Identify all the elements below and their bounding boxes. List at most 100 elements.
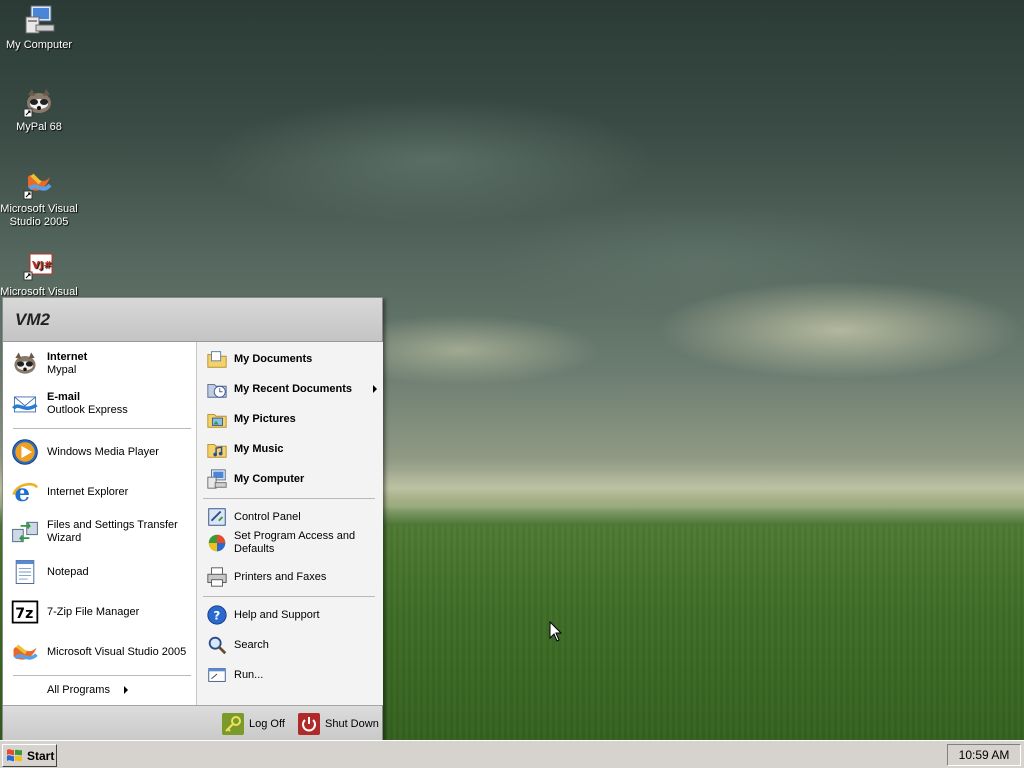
pinned-item-internet[interactable]: Internet Mypal [9,348,87,380]
notepad-icon [9,556,41,588]
start-label: Start [27,748,55,763]
pinned-item-subtitle: Outlook Express [47,404,128,416]
place-label: My Music [234,442,284,455]
program-label: Files and Settings Transfer Wizard [47,519,178,544]
place-item-my-recent-documents[interactable]: My Recent Documents [205,377,381,401]
7zip-icon: 7z [9,596,41,628]
pinned-item-title: E-mail [47,391,81,403]
chevron-right-icon [373,385,377,393]
separator [203,498,375,499]
program-item-visual-studio[interactable]: Microsoft Visual Studio 2005 [9,636,186,668]
desktop-icon-my-computer[interactable]: My Computer [0,3,79,52]
help-icon: ? [205,603,229,627]
run-icon [205,663,229,687]
visual-studio-icon [9,636,41,668]
svg-text:7z: 7z [15,606,33,622]
start-button[interactable]: Start [2,744,57,767]
mouse-cursor-icon [549,621,563,642]
program-label: 7-Zip File Manager [47,605,140,618]
search-icon [205,633,229,657]
start-menu: VM2 Internet Mypal E-mail Outlook Expres… [2,297,383,743]
chevron-right-icon [123,686,128,694]
settings-item-program-access[interactable]: Set Program Access and Defaults [205,530,364,556]
program-item-notepad[interactable]: Notepad [9,556,89,588]
system-tray-clock[interactable]: 10:59 AM [947,744,1021,766]
user-name: VM2 [15,309,50,329]
taskbar: Start 10:59 AM [0,740,1024,768]
program-label: Windows Media Player [47,445,159,458]
pinned-item-subtitle: Mypal [47,364,77,376]
place-label: My Computer [234,472,305,485]
visual-jsharp-icon: VJ# [22,250,56,284]
start-menu-header: VM2 [3,298,382,342]
settings-item-printers[interactable]: Printers and Faxes [205,565,326,589]
my-pictures-icon [205,407,229,431]
windows-logo-icon [7,748,22,761]
log-off-label: Log Off [249,718,285,730]
my-music-icon [205,437,229,461]
place-label: My Recent Documents [234,382,352,395]
desktop-icon-label: Microsoft Visual Studio 2005 [0,203,78,228]
shut-down-button[interactable]: Shut Down [298,713,379,735]
start-menu-right-pane: My Documents My Recent Documents My Pict… [196,342,383,705]
separator [13,428,191,429]
my-documents-icon [205,347,229,371]
help-label: Help and Support [234,608,320,621]
desktop-icon-mypal[interactable]: MyPal 68 [0,85,79,134]
program-item-internet-explorer[interactable]: e Internet Explorer [9,476,128,508]
settings-item-control-panel[interactable]: Control Panel [205,505,301,529]
power-icon [298,713,320,735]
all-programs-button[interactable]: All Programs [47,684,128,696]
internet-explorer-icon: e [9,476,41,508]
windows-media-player-icon [9,436,41,468]
place-item-my-pictures[interactable]: My Pictures [205,407,296,431]
printers-icon [205,565,229,589]
program-label: Internet Explorer [47,485,129,498]
all-programs-label: All Programs [47,684,110,696]
place-item-my-computer[interactable]: My Computer [205,467,304,491]
place-item-my-music[interactable]: My Music [205,437,284,461]
mypal-icon [22,85,56,119]
place-label: My Documents [234,352,313,365]
desktop-icon-label: My Computer [5,39,73,51]
help-item-help-and-support[interactable]: ? Help and Support [205,603,320,627]
help-item-run[interactable]: Run... [205,663,263,687]
settings-label: Control Panel [234,510,301,523]
pinned-item-title: Internet [47,351,88,363]
pinned-item-email[interactable]: E-mail Outlook Express [9,388,128,420]
svg-text:VJ#: VJ# [32,260,52,271]
svg-text:e: e [14,478,30,507]
place-item-my-documents[interactable]: My Documents [205,347,312,371]
separator [203,596,375,597]
program-access-icon [205,531,229,555]
mypal-icon [9,348,41,380]
desktop-icon-visual-studio[interactable]: Microsoft Visual Studio 2005 [0,167,79,229]
help-item-search[interactable]: Search [205,633,269,657]
log-off-button[interactable]: Log Off [222,713,285,735]
settings-label: Printers and Faxes [234,570,327,583]
desktop-icon-label: MyPal 68 [16,121,62,133]
start-menu-left-pane: Internet Mypal E-mail Outlook Express Wi… [3,342,196,705]
transfer-wizard-icon [9,516,41,548]
key-icon [222,713,244,735]
program-item-transfer-wizard[interactable]: Files and Settings Transfer Wizard [9,516,183,548]
place-label: My Pictures [234,412,296,425]
program-item-7zip[interactable]: 7z 7-Zip File Manager [9,596,139,628]
program-label: Microsoft Visual Studio 2005 [47,645,187,658]
separator [13,675,191,676]
program-label: Notepad [47,565,89,578]
outlook-express-icon [9,388,41,420]
visual-studio-icon [22,167,56,201]
help-label: Run... [234,668,264,681]
program-item-windows-media-player[interactable]: Windows Media Player [9,436,159,468]
my-computer-icon [22,3,56,37]
my-computer-icon [205,467,229,491]
clock-time: 10:59 AM [958,748,1010,762]
control-panel-icon [205,505,229,529]
help-label: Search [234,638,269,651]
settings-label: Set Program Access and Defaults [234,530,356,555]
my-recent-documents-icon [205,377,229,401]
desktop-icon-visual-jsharp[interactable]: VJ# Microsoft Visual [0,250,79,299]
start-menu-footer: Log Off Shut Down [3,705,382,743]
svg-text:?: ? [213,609,220,623]
